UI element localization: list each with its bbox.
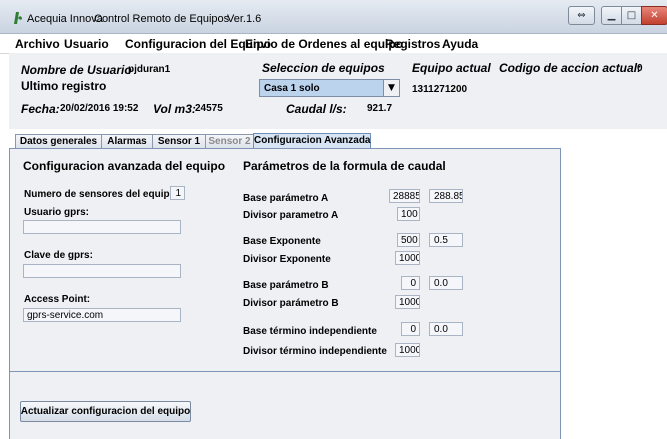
tab-alarmas[interactable]: Alarmas <box>101 134 153 148</box>
base-exponent-field[interactable]: 500 <box>397 233 420 247</box>
menu-archivo[interactable]: Archivo <box>15 37 60 51</box>
current-equipment-label: Equipo actual <box>412 61 491 75</box>
access-point-field[interactable]: gprs-service.com <box>23 308 181 322</box>
sensor-count-label: Numero de sensores del equipo: <box>24 189 180 200</box>
base-independent-field[interactable]: 0 <box>401 322 420 336</box>
minimize-button[interactable]: ▁ <box>601 6 622 25</box>
double-arrow-icon: ⇔ <box>577 10 586 21</box>
base-a-field[interactable]: 28885 <box>389 189 420 203</box>
base-a-label: Base parámetro A <box>243 193 329 204</box>
switch-window-button[interactable]: ⇔ <box>568 6 595 25</box>
divisor-exponent-label: Divisor Exponente <box>243 254 331 265</box>
volume-label: Vol m3: <box>153 102 196 116</box>
menu-envio-ordenes[interactable]: Envio de Ordenes al equipo <box>245 37 403 51</box>
tab-sensor-1[interactable]: Sensor 1 <box>152 134 206 148</box>
base-exponent-label: Base Exponente <box>243 236 321 247</box>
divisor-a-field[interactable]: 100 <box>397 207 420 221</box>
base-a-result: 288.85 <box>429 189 463 203</box>
maximize-icon: □ <box>626 10 637 21</box>
divisor-independent-field[interactable]: 1000 <box>395 343 420 357</box>
tab-datos-generales[interactable]: Datos generales <box>15 134 102 148</box>
base-independent-result: 0.0 <box>429 322 463 336</box>
user-value: pjduran1 <box>128 64 171 75</box>
window-title-version: Ver.1.6 <box>227 13 262 25</box>
window-title-subtitle: Control Remoto de Equipos <box>94 13 230 25</box>
gprs-user-field[interactable] <box>23 220 181 234</box>
tab-configuracion-avanzada[interactable]: Configuracion Avanzada <box>253 133 371 149</box>
divisor-a-label: Divisor parametro A <box>243 210 339 221</box>
divisor-independent-label: Divisor término independiente <box>243 346 387 357</box>
menu-ayuda[interactable]: Ayuda <box>442 37 478 51</box>
update-config-button[interactable]: Actualizar configuracion del equipo <box>20 401 191 422</box>
gprs-key-label: Clave de gprs: <box>24 250 93 261</box>
formula-title: Parámetros de la formula de caudal <box>243 159 446 173</box>
tab-sensor-2: Sensor 2 <box>205 134 254 148</box>
menu-usuario[interactable]: Usuario <box>64 37 109 51</box>
base-b-field[interactable]: 0 <box>401 276 420 290</box>
base-b-label: Base parámetro B <box>243 280 329 291</box>
action-code-label: Codigo de accion actual: <box>499 61 642 75</box>
gprs-user-label: Usuario gprs: <box>24 207 90 218</box>
divisor-b-field[interactable]: 1000 <box>395 295 420 309</box>
gprs-key-field[interactable] <box>23 264 181 278</box>
chevron-down-icon[interactable]: ▼ <box>383 80 399 96</box>
flow-label: Caudal l/s: <box>286 102 347 116</box>
current-equipment-value: 1311271200 <box>412 84 468 95</box>
equipment-select[interactable]: Casa 1 solo ▼ <box>259 79 400 97</box>
divisor-exponent-field[interactable]: 1000 <box>395 251 420 265</box>
maximize-button[interactable]: □ <box>621 6 642 25</box>
advanced-config-title: Configuracion avanzada del equipo <box>23 159 226 173</box>
minimize-icon: ▁ <box>607 10 616 21</box>
base-exponent-result: 0.5 <box>429 233 463 247</box>
volume-value: 24575 <box>195 103 223 114</box>
menu-registros[interactable]: Registros <box>385 37 440 51</box>
access-point-label: Access Point: <box>24 294 91 305</box>
base-independent-label: Base término independiente <box>243 326 377 337</box>
base-b-result: 0.0 <box>429 276 463 290</box>
app-logo-icon <box>14 12 22 24</box>
divisor-b-label: Divisor parámetro B <box>243 298 339 309</box>
flow-value: 921.7 <box>367 103 393 114</box>
last-record-label: Ultimo registro <box>21 79 107 93</box>
window-title-app: Acequia Innova <box>27 13 103 25</box>
date-label: Fecha: <box>21 102 60 116</box>
date-value: 20/02/2016 19:52 <box>60 103 139 114</box>
sensor-count-field[interactable]: 1 <box>170 186 185 200</box>
select-equipment-label: Seleccion de equipos <box>262 61 385 75</box>
user-label: Nombre de Usuario <box>21 63 132 77</box>
close-icon: ✕ <box>650 10 659 21</box>
equipment-select-value: Casa 1 solo <box>264 83 320 94</box>
action-code-value: 0 <box>637 63 643 74</box>
close-button[interactable]: ✕ <box>641 6 667 25</box>
